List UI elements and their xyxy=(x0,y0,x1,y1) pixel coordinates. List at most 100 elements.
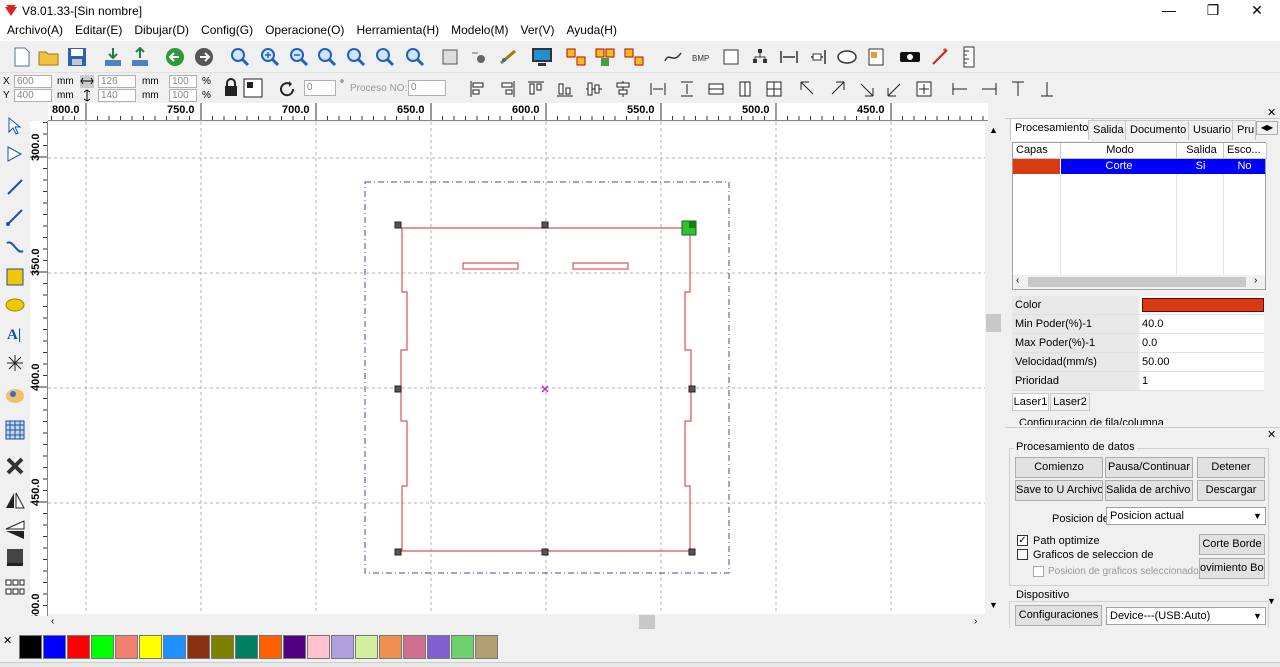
align-left-icon[interactable] xyxy=(468,79,488,99)
zoom-page-icon[interactable] xyxy=(315,45,339,69)
tab-usuario[interactable]: Usuario xyxy=(1188,120,1236,140)
select-arrow-icon[interactable] xyxy=(2,113,28,139)
ellipse-tool-icon[interactable] xyxy=(2,292,28,318)
export-icon[interactable] xyxy=(128,45,152,69)
scroll-down-icon[interactable]: ▼ xyxy=(989,600,998,610)
redo-icon[interactable] xyxy=(192,45,216,69)
tree-icon[interactable] xyxy=(748,45,772,69)
open-folder-icon[interactable] xyxy=(37,45,61,69)
layer-color-cell[interactable] xyxy=(1013,159,1060,174)
monitor-icon[interactable] xyxy=(530,45,554,69)
edge-bottom-icon[interactable] xyxy=(1037,79,1057,99)
layer-hide-cell[interactable]: No xyxy=(1224,159,1265,174)
scroll-up-icon[interactable]: ▲ xyxy=(989,125,998,135)
start-button[interactable]: Comienzo xyxy=(1015,457,1103,478)
min-power-value[interactable]: 40.0 xyxy=(1140,315,1264,333)
tab-laser2[interactable]: Laser2 xyxy=(1050,393,1090,411)
document-icon[interactable] xyxy=(864,45,888,69)
array-rotate-icon[interactable] xyxy=(622,45,646,69)
cut-border-button[interactable]: Corte Borde xyxy=(1199,534,1265,555)
palette-swatch[interactable] xyxy=(475,635,498,659)
palette-swatch[interactable] xyxy=(139,635,162,659)
menu-herramienta[interactable]: Herramienta(H) xyxy=(350,21,445,41)
palette-swatch[interactable] xyxy=(355,635,378,659)
data-panel-close-icon[interactable]: ✕ xyxy=(1267,428,1276,441)
point-tool-icon[interactable] xyxy=(2,350,28,376)
curve-icon[interactable] xyxy=(661,45,685,69)
save-icon[interactable] xyxy=(65,45,89,69)
edge-right-icon[interactable] xyxy=(979,79,999,99)
edge-left-icon[interactable] xyxy=(950,79,970,99)
zoom-window-icon[interactable] xyxy=(228,45,252,69)
tab-documento[interactable]: Documento xyxy=(1125,120,1192,140)
priority-value[interactable]: 1 xyxy=(1140,372,1264,390)
table-hscroll[interactable]: ‹ › xyxy=(1013,275,1265,289)
import-icon[interactable] xyxy=(101,45,125,69)
table-scroll-thumb[interactable] xyxy=(1028,277,1246,287)
rectangle-draw-icon[interactable] xyxy=(2,264,28,290)
tab-procesamiento[interactable]: Procesamiento xyxy=(1010,118,1094,141)
image-tool-icon[interactable] xyxy=(2,383,28,409)
move-bottomright-icon[interactable] xyxy=(856,79,876,99)
move-border-button[interactable]: ovimiento Borde xyxy=(1199,558,1265,579)
menu-ver[interactable]: Ver(V) xyxy=(514,21,560,41)
palette-swatch[interactable] xyxy=(403,635,426,659)
scroll-right-icon[interactable]: › xyxy=(974,616,977,627)
node-edit-icon[interactable] xyxy=(467,45,491,69)
minimize-button[interactable]: — xyxy=(1146,0,1192,21)
bmp-icon[interactable]: BMP xyxy=(690,45,714,69)
palette-swatch[interactable] xyxy=(163,635,186,659)
palette-swatch[interactable] xyxy=(283,635,306,659)
x-input[interactable]: 600 xyxy=(14,75,52,88)
layer-mode-cell[interactable]: Corte xyxy=(1061,159,1177,174)
palette-swatch[interactable] xyxy=(307,635,330,659)
palette-swatch[interactable] xyxy=(451,635,474,659)
width-adjust-icon[interactable] xyxy=(777,45,801,69)
palette-swatch[interactable] xyxy=(379,635,402,659)
align-vcenter-icon[interactable] xyxy=(584,79,604,99)
palette-swatch[interactable] xyxy=(211,635,234,659)
same-height-icon[interactable] xyxy=(735,79,755,99)
restore-button[interactable]: ❐ xyxy=(1190,0,1236,21)
laser-pen-icon[interactable] xyxy=(928,45,952,69)
undo-icon[interactable] xyxy=(163,45,187,69)
y-input[interactable]: 400 xyxy=(14,89,52,102)
node-select-icon[interactable] xyxy=(2,141,28,167)
equal-hspace-icon[interactable] xyxy=(648,79,668,99)
tab-prueba[interactable]: Pru xyxy=(1232,120,1256,140)
u-file-output-button[interactable]: Salida de archivo U xyxy=(1105,480,1193,501)
align-right-icon[interactable] xyxy=(806,45,830,69)
vertical-scrollbar[interactable]: ▲ ▼ xyxy=(985,122,1002,614)
curve-tool-icon[interactable] xyxy=(2,234,28,260)
move-topleft-icon[interactable] xyxy=(798,79,818,99)
line-tool-icon[interactable] xyxy=(2,174,28,200)
menu-modelo[interactable]: Modelo(M) xyxy=(445,21,514,41)
new-file-icon[interactable] xyxy=(10,45,34,69)
mirror-vertical-icon[interactable] xyxy=(2,516,28,542)
array-copy-icon[interactable] xyxy=(564,45,588,69)
palette-swatch[interactable] xyxy=(43,635,66,659)
rotate-icon[interactable] xyxy=(278,79,298,99)
align-hcenter-icon[interactable] xyxy=(613,79,633,99)
palette-swatch[interactable] xyxy=(19,635,42,659)
download-button[interactable]: Descargar xyxy=(1197,480,1265,501)
menu-dibujar[interactable]: Dibujar(D) xyxy=(128,21,195,41)
width-percent-input[interactable]: 100 xyxy=(169,75,197,88)
device-select[interactable]: Device---(USB:Auto) ▼ xyxy=(1106,607,1266,625)
tab-salida[interactable]: Salida xyxy=(1088,120,1129,140)
menu-ayuda[interactable]: Ayuda(H) xyxy=(561,21,623,41)
width-input[interactable]: 126 xyxy=(98,75,136,88)
table-scroll-right-icon[interactable]: › xyxy=(1254,275,1257,286)
send-to-back-icon[interactable] xyxy=(2,544,28,570)
close-button[interactable]: ✕ xyxy=(1234,0,1280,21)
height-percent-input[interactable]: 100 xyxy=(169,89,197,102)
graphics-position-checkbox[interactable] xyxy=(1033,566,1044,577)
settings-button[interactable]: Configuraciones xyxy=(1015,605,1102,626)
hscroll-thumb[interactable] xyxy=(639,615,655,629)
laser-device-icon[interactable] xyxy=(898,45,922,69)
edge-top-icon[interactable] xyxy=(1008,79,1028,99)
move-bottomleft-icon[interactable] xyxy=(885,79,905,99)
tab-laser1[interactable]: Laser1 xyxy=(1012,393,1049,411)
same-width-icon[interactable] xyxy=(706,79,726,99)
move-center-icon[interactable] xyxy=(914,79,934,99)
